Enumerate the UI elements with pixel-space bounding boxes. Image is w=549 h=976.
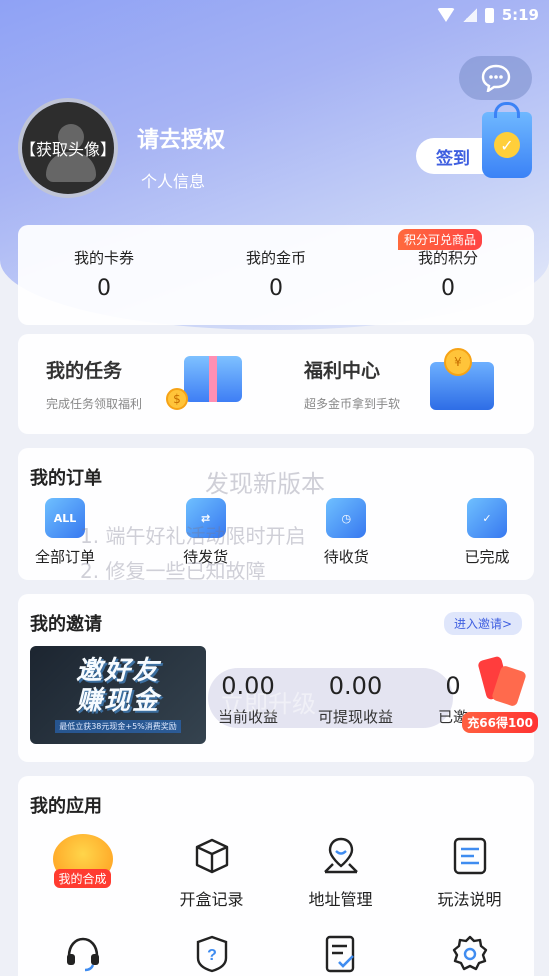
gift-box-icon [184,356,242,402]
checkin-bag-icon[interactable]: ✓ [482,102,532,178]
stat-label: 我的积分 [417,249,478,267]
coin-icon: $ [166,388,188,410]
clock-icon: ◷ [326,498,367,538]
upgrade-button-label[interactable]: 立即升级 [220,684,316,719]
personal-info-link[interactable]: 个人信息 [141,168,205,192]
invite-title: 我的邀请 [30,614,102,635]
stat-coins[interactable]: 我的金币 0 [190,225,362,325]
completed-icon: ✓ [466,498,507,538]
headset-icon [61,932,105,976]
red-envelope-icon[interactable] [474,655,527,708]
welfare-center-entry[interactable]: 福利中心 超多金币拿到手软 ¥ [276,334,534,434]
app-label: 开盒记录 [179,890,244,909]
update-dialog-title: 发现新版本 [205,470,325,498]
settings-icon [448,932,492,976]
app-address[interactable]: 地址管理 [276,834,405,910]
apps-title: 我的应用 [30,796,102,817]
wallet-stats-card: 我的卡券 0 我的金币 0 积分可兑商品 我的积分 0 [18,225,534,325]
customer-chat-button[interactable] [459,56,532,100]
app-label: 地址管理 [308,890,373,909]
order-completed[interactable]: ✓ 已完成 [452,498,522,567]
synthesis-icon: 我的合成 [52,834,113,888]
check-icon: ✓ [494,132,520,158]
status-time: 5:19 [501,6,539,24]
apps-card: 我的应用 我的合成 开盒记录 地址管理 玩法说明 ? [18,776,534,976]
earning-withdrawable: 0.00 可提现收益 [318,672,393,727]
app-checklist[interactable] [276,932,405,976]
order-label: 已完成 [464,548,510,566]
status-bar: 5:19 [0,0,549,30]
avatar-label: 【获取头像】 [20,140,117,159]
wifi-icon [436,8,455,22]
help-icon: ? [190,932,234,976]
all-orders-icon: ALL [45,498,85,538]
app-help[interactable]: ? [147,932,276,976]
orders-title: 我的订单 [30,468,102,489]
coin-icon: ¥ [444,348,472,376]
user-name[interactable]: 请去授权 [137,122,225,154]
stat-coupons[interactable]: 我的卡券 0 [18,225,190,325]
tasks-card: 我的任务 完成任务领取福利 $ 福利中心 超多金币拿到手软 ¥ [18,334,534,434]
svg-text:?: ? [207,947,217,964]
points-badge: 积分可兑商品 [398,229,483,250]
avatar[interactable]: 【获取头像】 [18,98,118,198]
earning-label: 可提现收益 [318,708,394,726]
update-note-1: 1. 端午好礼活动限时开启 [80,524,306,548]
checkin-label: 签到 [436,148,470,169]
synthesis-tag: 我的合成 [54,869,111,888]
document-icon [448,834,492,878]
invite-banner[interactable]: 邀好友 赚现金 最低立获38元现金+5%消费奖励 [30,646,206,744]
checklist-icon [319,932,363,976]
stat-value: 0 [97,276,111,301]
earning-value: 0.00 [328,672,383,700]
banner-sub: 最低立获38元现金+5%消费奖励 [55,720,181,734]
app-support[interactable] [18,932,147,976]
app-label: 玩法说明 [437,890,502,909]
app-synthesis[interactable]: 我的合成 [18,834,147,910]
task-subtitle: 超多金币拿到手软 [304,397,401,411]
earning-value: 0 [445,672,461,700]
my-tasks-entry[interactable]: 我的任务 完成任务领取福利 $ [18,334,276,434]
chat-bubble-icon [481,64,510,92]
stat-label: 我的卡券 [73,249,134,267]
banner-line-1: 邀好友 [75,655,160,686]
map-pin-icon [319,834,363,878]
stat-value: 0 [441,276,455,301]
stat-label: 我的金币 [245,249,306,267]
battery-icon [484,7,494,23]
enter-invite-link[interactable]: 进入邀请> [443,612,522,635]
order-pending-receipt[interactable]: ◷ 待收货 [311,498,381,567]
box-icon [190,834,234,878]
app-rules[interactable]: 玩法说明 [405,834,534,910]
stat-points[interactable]: 积分可兑商品 我的积分 0 [362,225,534,325]
stat-value: 0 [269,276,283,301]
app-settings[interactable] [405,932,534,976]
invite-card: 我的邀请 进入邀请> 邀好友 赚现金 最低立获38元现金+5%消费奖励 0.00… [18,594,538,762]
update-note-2: 2. 修复一些已知故障 [80,559,266,583]
app-box-records[interactable]: 开盒记录 [147,834,276,910]
task-title: 福利中心 [304,360,381,382]
order-label: 待收货 [323,548,369,566]
signal-icon [462,8,477,22]
banner-line-2: 赚现金 [75,685,160,716]
recharge-badge[interactable]: 充66得100 [462,712,538,733]
